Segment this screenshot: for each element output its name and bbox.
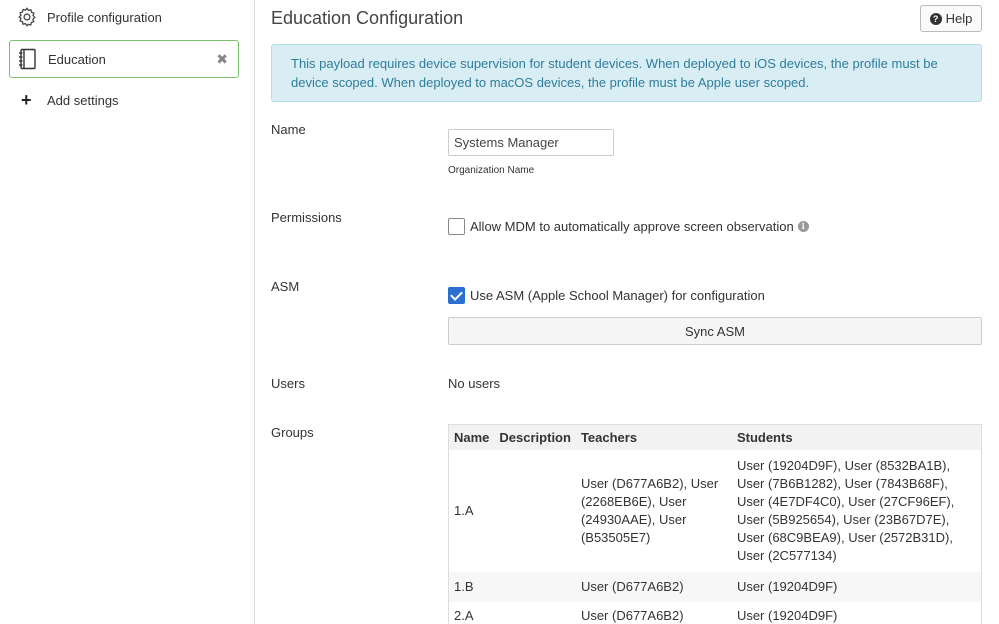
screen-observation-label[interactable]: Allow MDM to automatically approve scree…	[470, 219, 794, 234]
group-teachers-cell: User (D677A6B2), User (2268EB6E), User (…	[580, 475, 719, 545]
group-students-cell: User (19204D9F)	[736, 608, 838, 624]
sidebar-item-label: Add settings	[47, 92, 119, 108]
users-value: No users	[448, 376, 501, 391]
sidebar-item-label: Profile configuration	[47, 9, 162, 25]
organization-name-sublabel: Organization Name	[448, 165, 535, 176]
gear-icon	[15, 5, 39, 29]
group-description-cell	[494, 602, 576, 624]
table-row[interactable]: 1.A User (D677A6B2), User (2268EB6E), Us…	[449, 450, 982, 572]
use-asm-label[interactable]: Use ASM (Apple School Manager) for confi…	[470, 288, 765, 303]
close-icon[interactable]: ✖	[216, 51, 228, 68]
group-description-cell	[494, 571, 576, 602]
sync-asm-button[interactable]: Sync ASM	[448, 317, 982, 345]
table-row[interactable]: 1.B User (D677A6B2) User (19204D9F)	[448, 571, 982, 602]
help-label: Help	[945, 11, 973, 26]
permissions-row: Allow MDM to automatically approve scree…	[448, 218, 809, 235]
group-name-cell: 1.B	[448, 571, 495, 602]
organization-name-input[interactable]	[448, 129, 614, 156]
column-header-description[interactable]: Description	[494, 424, 576, 450]
table-header-row: Name Description Teachers Students	[448, 424, 982, 450]
column-header-teachers[interactable]: Teachers	[575, 424, 732, 450]
asm-label: ASM	[271, 279, 300, 294]
asm-row: Use ASM (Apple School Manager) for confi…	[448, 287, 765, 304]
name-label: Name	[271, 122, 306, 137]
groups-table: Name Description Teachers Students 1.A U…	[448, 424, 982, 624]
permissions-label: Permissions	[271, 210, 342, 225]
group-teachers-cell: User (D677A6B2)	[575, 571, 732, 602]
help-button[interactable]: ? Help	[920, 5, 982, 32]
column-header-name[interactable]: Name	[448, 424, 495, 450]
group-teachers-cell: User (D677A6B2)	[580, 608, 684, 624]
users-label: Users	[271, 376, 305, 391]
sidebar-item-profile-configuration[interactable]: Profile configuration	[9, 0, 239, 36]
notebook-icon	[16, 47, 40, 71]
plus-icon: +	[21, 89, 32, 110]
group-students-cell: User (19204D9F)	[731, 571, 982, 602]
screen-observation-checkbox[interactable]	[448, 218, 465, 235]
question-icon: ?	[929, 12, 942, 25]
group-name-cell: 1.A	[454, 502, 474, 518]
table-row[interactable]: 2.A User (D677A6B2) User (19204D9F)	[449, 602, 982, 624]
group-description-cell	[494, 450, 576, 572]
sidebar: Profile configuration Education ✖ + Add …	[0, 0, 255, 624]
sidebar-item-label: Education	[48, 51, 106, 67]
page-title: Education Configuration	[271, 8, 464, 28]
group-name-cell: 2.A	[454, 608, 474, 624]
info-alert: This payload requires device supervision…	[271, 44, 982, 102]
sidebar-item-education[interactable]: Education ✖	[9, 40, 239, 78]
use-asm-checkbox[interactable]	[448, 287, 465, 304]
add-settings-button[interactable]: + Add settings	[9, 81, 239, 119]
info-icon[interactable]: i	[797, 221, 809, 232]
groups-label: Groups	[271, 425, 314, 440]
column-header-students[interactable]: Students	[731, 424, 982, 450]
group-students-cell: User (19204D9F), User (8532BA1B), User (…	[736, 457, 955, 563]
